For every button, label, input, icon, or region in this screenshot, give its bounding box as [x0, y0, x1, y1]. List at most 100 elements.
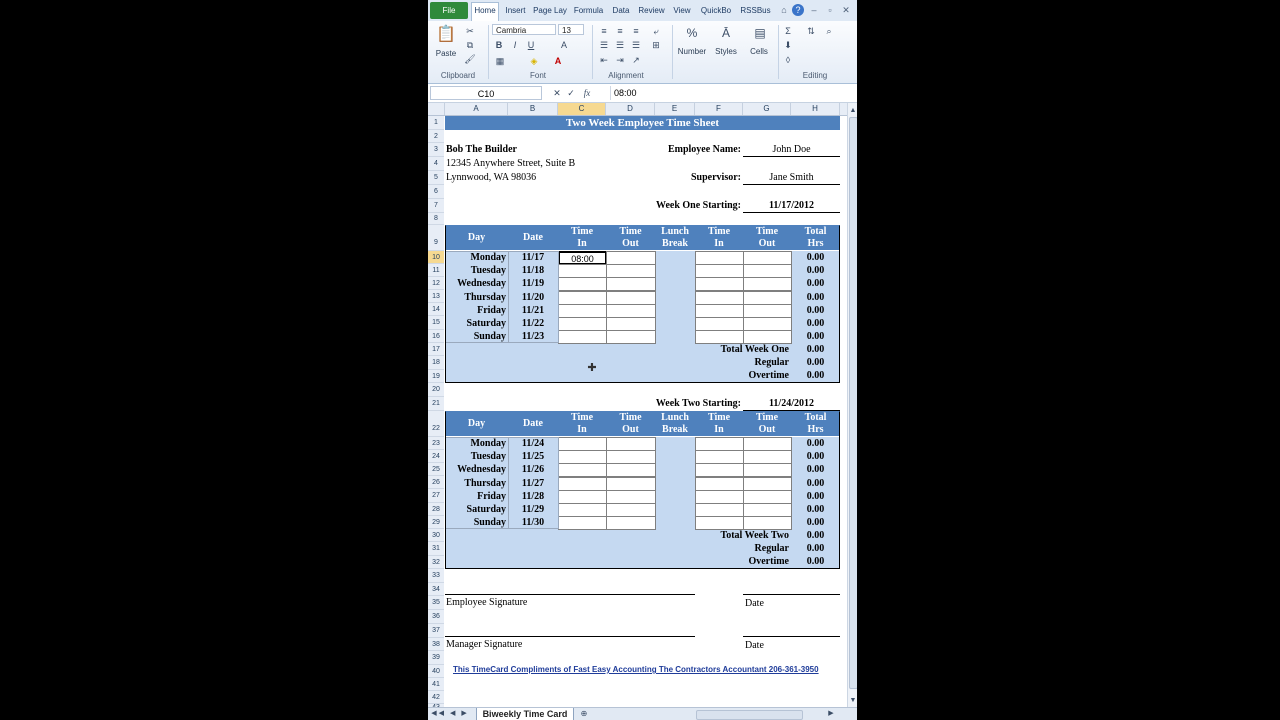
formula-input[interactable]: 08:00	[610, 86, 849, 100]
row-header-23[interactable]: 23	[428, 437, 444, 450]
row-header-14[interactable]: 14	[428, 303, 444, 316]
row-header-8[interactable]: 8	[428, 213, 444, 225]
restore-icon[interactable]: ▫	[824, 4, 836, 16]
row-header-3[interactable]: 3	[428, 143, 444, 157]
row-header-29[interactable]: 29	[428, 516, 444, 529]
tab-formulas[interactable]: Formula	[571, 3, 606, 19]
font-color-icon[interactable]: A	[552, 55, 564, 67]
font-name-combo[interactable]: Cambria	[492, 24, 556, 35]
autosum-icon[interactable]: Σ	[782, 25, 794, 37]
tab-quickbooks[interactable]: QuickBo	[696, 3, 736, 19]
italic-icon[interactable]: I	[510, 39, 520, 51]
footer-link[interactable]: This TimeCard Compliments of Fast Easy A…	[453, 663, 819, 676]
increase-indent-icon[interactable]: ⇥	[614, 54, 626, 66]
col-header-a[interactable]: A	[445, 103, 508, 115]
tab-view[interactable]: View	[671, 3, 693, 19]
orientation-icon[interactable]: ↗	[630, 54, 642, 66]
tab-review[interactable]: Review	[636, 3, 667, 19]
horizontal-scroll-thumb[interactable]	[696, 710, 803, 720]
align-right-icon[interactable]: ☰	[630, 39, 642, 51]
merge-center-icon[interactable]: ⊞	[650, 39, 662, 51]
row-header-36[interactable]: 36	[428, 610, 444, 624]
col-header-d[interactable]: D	[606, 103, 655, 115]
fill-icon[interactable]: ⬇	[782, 39, 794, 51]
row-header-15[interactable]: 15	[428, 316, 444, 330]
week-one-date[interactable]: 11/17/2012	[743, 199, 840, 212]
row-header-18[interactable]: 18	[428, 356, 444, 370]
underline-icon[interactable]: U	[526, 39, 536, 51]
row-header-4[interactable]: 4	[428, 157, 444, 171]
row-header-19[interactable]: 19	[428, 370, 444, 383]
row-header-41[interactable]: 41	[428, 678, 444, 691]
number-button[interactable]: Number	[674, 47, 710, 56]
sort-filter-icon[interactable]: ⇅	[804, 25, 818, 37]
align-top-icon[interactable]: ≡	[598, 25, 610, 37]
row-header-12[interactable]: 12	[428, 277, 444, 290]
cut-icon[interactable]: ✂	[464, 25, 476, 37]
row-header-6[interactable]: 6	[428, 185, 444, 199]
align-bottom-icon[interactable]: ≡	[630, 25, 642, 37]
align-middle-icon[interactable]: ≡	[614, 25, 626, 37]
font-size-combo[interactable]: 13	[558, 24, 584, 35]
styles-icon[interactable]: Ā	[716, 25, 736, 41]
col-header-h[interactable]: H	[791, 103, 840, 115]
tab-insert[interactable]: Insert	[501, 3, 530, 19]
row-header-7[interactable]: 7	[428, 199, 444, 213]
row-header-2[interactable]: 2	[428, 130, 444, 143]
week-two-date[interactable]: 11/24/2012	[743, 397, 840, 410]
bold-icon[interactable]: B	[494, 39, 504, 51]
col-header-b[interactable]: B	[508, 103, 558, 115]
row-header-31[interactable]: 31	[428, 542, 444, 556]
select-all-corner[interactable]	[428, 103, 445, 115]
row-header-38[interactable]: 38	[428, 638, 444, 651]
format-painter-icon[interactable]: 🖌	[464, 53, 476, 65]
enter-icon[interactable]: ✓	[566, 87, 576, 99]
paste-button[interactable]: Paste	[432, 49, 460, 58]
paste-icon[interactable]: 📋	[436, 25, 456, 45]
scroll-down-icon[interactable]: ▼	[848, 695, 857, 707]
row-header-20[interactable]: 20	[428, 383, 444, 397]
supervisor-value[interactable]: Jane Smith	[743, 171, 840, 184]
tab-file[interactable]: File	[430, 2, 468, 19]
fill-color-icon[interactable]: ◈	[528, 55, 540, 67]
borders-icon[interactable]: ▦	[494, 55, 506, 67]
sheet-tab-biweekly[interactable]: Biweekly Time Card	[476, 708, 574, 720]
row-header-5[interactable]: 5	[428, 171, 444, 185]
row-header-32[interactable]: 32	[428, 556, 444, 569]
sheet-nav-arrows-icon[interactable]: ◀◀ ◀ ▶ ▶▶	[430, 708, 470, 720]
row-header-34[interactable]: 34	[428, 583, 444, 596]
row-header-37[interactable]: 37	[428, 624, 444, 638]
tab-rssbus[interactable]: RSSBus	[738, 3, 773, 19]
row-header-25[interactable]: 25	[428, 463, 444, 476]
row-header-42[interactable]: 42	[428, 691, 444, 704]
copy-icon[interactable]: ⧉	[464, 39, 476, 51]
row-header-40[interactable]: 40	[428, 665, 444, 678]
number-format-icon[interactable]: %	[682, 25, 702, 41]
align-center-icon[interactable]: ☰	[614, 39, 626, 51]
vertical-scrollbar[interactable]: ▲ ▼	[847, 103, 857, 708]
collapse-ribbon-icon[interactable]: ⌂	[778, 4, 790, 16]
col-header-c[interactable]: C	[558, 103, 606, 115]
row-header-26[interactable]: 26	[428, 476, 444, 489]
row-header-39[interactable]: 39	[428, 651, 444, 665]
cells-icon[interactable]: ▤	[750, 25, 770, 41]
find-select-icon[interactable]: ⌕	[822, 25, 836, 37]
help-icon[interactable]: ?	[792, 4, 804, 16]
row-header-9[interactable]: 9	[428, 225, 444, 251]
scroll-right-icon[interactable]: ▶	[826, 708, 836, 720]
wrap-text-icon[interactable]: ⤶	[650, 25, 662, 37]
row-header-13[interactable]: 13	[428, 290, 444, 303]
scroll-up-icon[interactable]: ▲	[848, 105, 857, 117]
row-header-27[interactable]: 27	[428, 489, 444, 503]
grow-font-icon[interactable]: A	[558, 39, 570, 51]
new-sheet-icon[interactable]: ⊕	[578, 708, 590, 720]
row-header-24[interactable]: 24	[428, 450, 444, 463]
cancel-icon[interactable]: ✕	[552, 87, 562, 99]
row-header-22[interactable]: 22	[428, 411, 444, 437]
row-header-33[interactable]: 33	[428, 569, 444, 583]
col-header-g[interactable]: G	[743, 103, 791, 115]
col-header-f[interactable]: F	[695, 103, 743, 115]
employee-name-value[interactable]: John Doe	[743, 143, 840, 156]
row-header-17[interactable]: 17	[428, 343, 444, 356]
decrease-indent-icon[interactable]: ⇤	[598, 54, 610, 66]
